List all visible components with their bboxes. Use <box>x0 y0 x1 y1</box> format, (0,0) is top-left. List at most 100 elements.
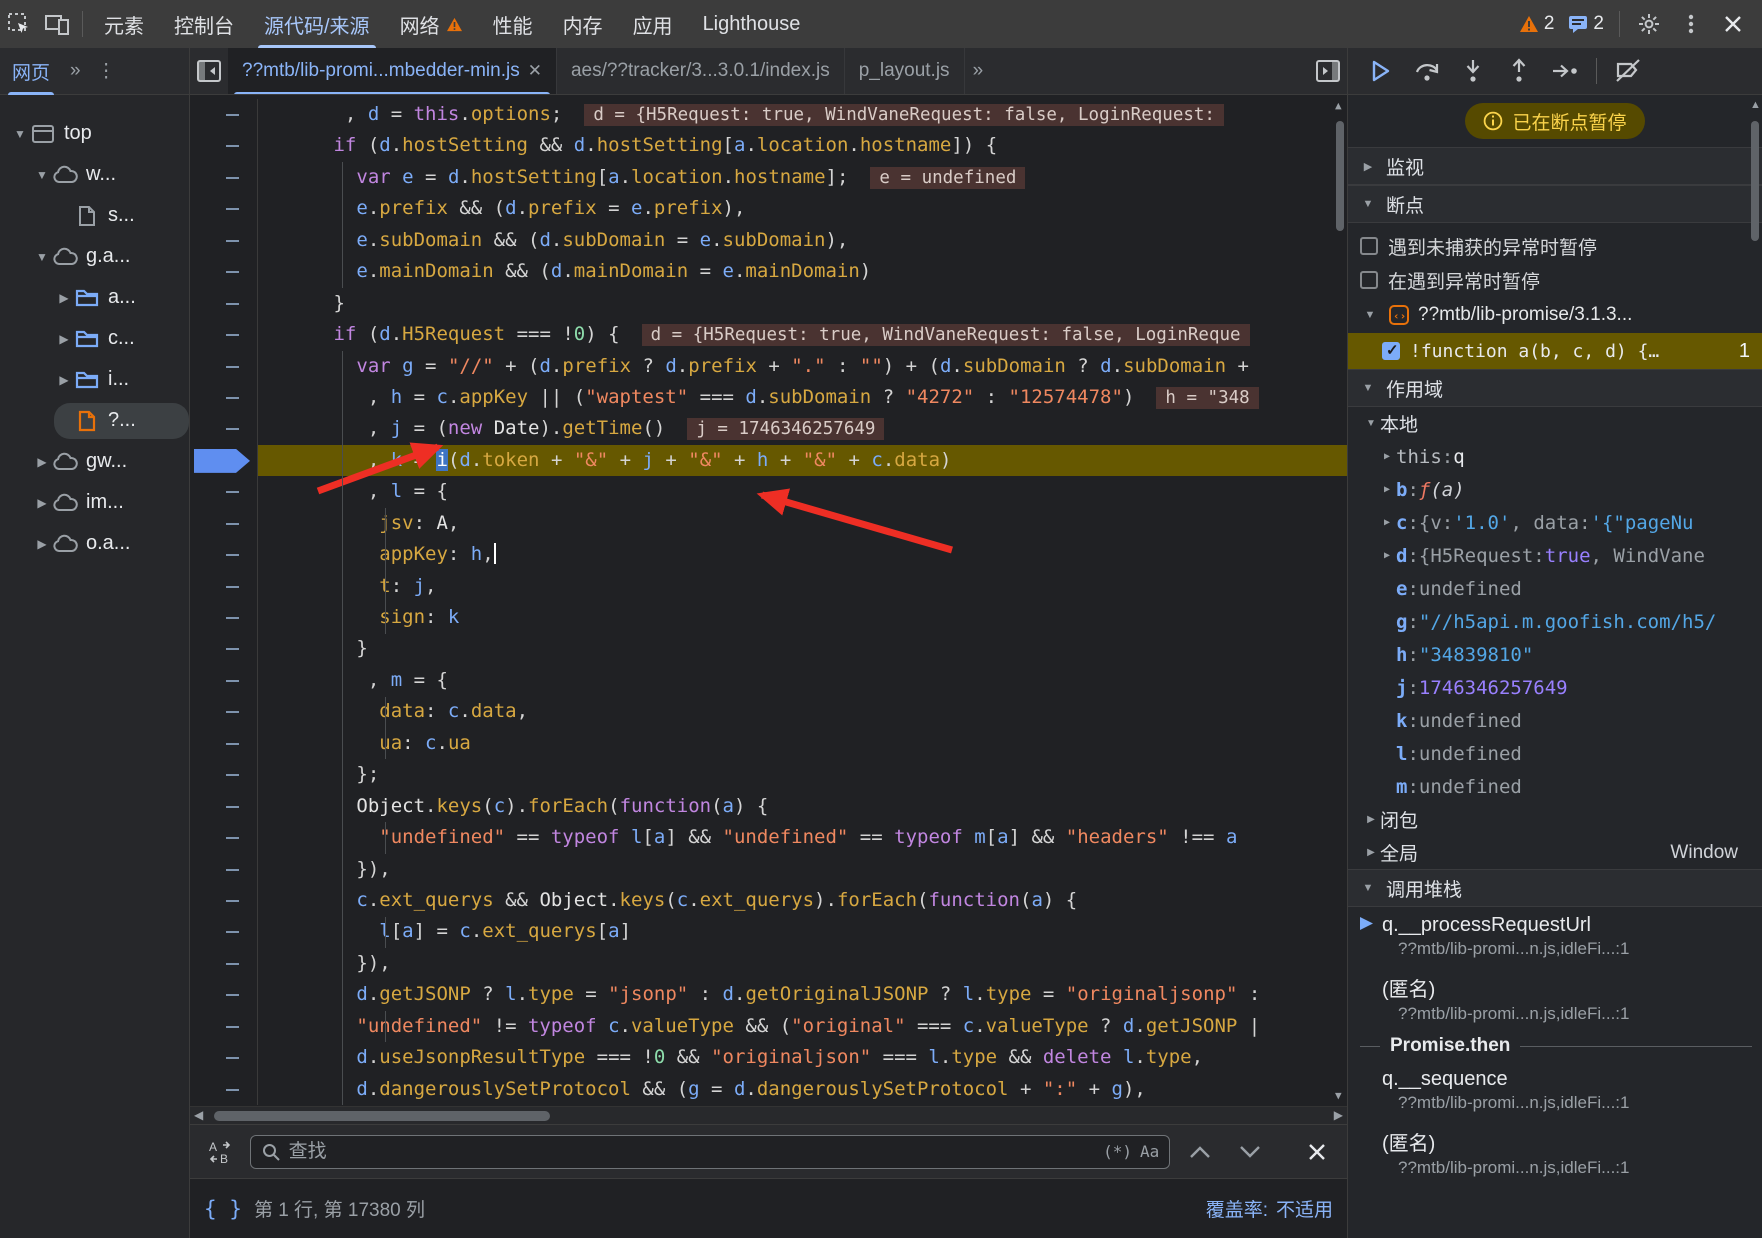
code-line-content[interactable]: , l = { <box>258 476 1347 507</box>
breakpoint-gutter[interactable] <box>190 602 258 633</box>
find-previous-icon[interactable] <box>1180 1134 1220 1170</box>
breakpoint-gutter[interactable] <box>190 508 258 539</box>
breakpoint-gutter[interactable] <box>190 948 258 979</box>
step-button[interactable] <box>1544 52 1586 90</box>
step-over-button[interactable] <box>1406 52 1448 90</box>
tab-lighthouse[interactable]: Lighthouse <box>688 0 816 48</box>
stack-frame-0[interactable]: q.__processRequestUrl??mtb/lib-promi...n… <box>1348 907 1762 966</box>
scope-entry-d[interactable]: ▶d: {H5Request: true, WindVane <box>1348 539 1762 572</box>
checkbox-unchecked[interactable] <box>1360 237 1378 255</box>
expander-closed-icon[interactable]: ▶ <box>1378 517 1396 528</box>
pause-on-caught-row[interactable]: 在遇到异常时暂停 <box>1348 263 1762 297</box>
breakpoint-gutter[interactable] <box>190 822 258 853</box>
breakpoint-gutter[interactable] <box>190 99 258 130</box>
code-editor[interactable]: , d = this.options;d = {H5Request: true,… <box>190 95 1347 1106</box>
issues-badge[interactable]: 2 <box>1563 13 1609 35</box>
code-line-content[interactable]: "undefined" == typeof l[a] && "undefined… <box>258 822 1347 853</box>
expander-closed-icon[interactable]: ▶ <box>54 291 74 305</box>
tab-elements[interactable]: 元素 <box>89 0 159 48</box>
expander-open-icon[interactable]: ▼ <box>32 250 52 264</box>
tab-performance[interactable]: 性能 <box>478 0 548 48</box>
scope-entry-h[interactable]: h: "34839810" <box>1348 638 1762 671</box>
code-line-content[interactable]: sign: k <box>258 602 1347 633</box>
expander-closed-icon[interactable]: ▶ <box>54 332 74 346</box>
code-line-content[interactable]: "undefined" != typeof c.valueType && ("o… <box>258 1011 1347 1042</box>
close-devtools-icon[interactable] <box>1714 5 1752 43</box>
scope-entry-g[interactable]: g: "//h5api.m.goofish.com/h5/ <box>1348 605 1762 638</box>
error-badge[interactable]: 2 <box>1514 13 1560 35</box>
editor-vertical-scrollbar[interactable]: ▲ ▼ <box>1333 95 1347 1106</box>
scrollbar-thumb[interactable] <box>214 1111 550 1121</box>
breakpoint-gutter[interactable] <box>190 791 258 822</box>
close-find-bar-icon[interactable] <box>1297 1134 1337 1170</box>
tab-memory[interactable]: 内存 <box>548 0 618 48</box>
replace-toggle-icon[interactable]: AB <box>200 1134 240 1170</box>
tree-item-oa[interactable]: ▶o.a... <box>0 523 189 564</box>
scope-entry-c[interactable]: ▶c: {v: '1.0', data: '{"pageNu <box>1348 506 1762 539</box>
scroll-up-icon[interactable]: ▲ <box>1750 99 1761 111</box>
code-line-content[interactable]: Object.keys(c).forEach(function(a) { <box>258 791 1347 822</box>
code-line-content[interactable]: c.ext_querys && Object.keys(c.ext_querys… <box>258 885 1347 916</box>
expander-closed-icon[interactable]: ▶ <box>1378 550 1396 561</box>
editor-horizontal-scrollbar[interactable]: ◀ ▶ <box>190 1106 1347 1124</box>
breakpoint-file-group[interactable]: ▼ ‹› ??mtb/lib-promise/3.1.3... <box>1348 297 1762 333</box>
tree-item-c[interactable]: ▶c... <box>0 318 189 359</box>
breakpoint-gutter[interactable] <box>190 665 258 696</box>
more-options-icon[interactable] <box>1672 5 1710 43</box>
find-next-icon[interactable] <box>1230 1134 1270 1170</box>
scope-entry-l[interactable]: l: undefined <box>1348 737 1762 770</box>
scope-entry-m[interactable]: m: undefined <box>1348 770 1762 803</box>
breakpoint-gutter[interactable] <box>190 288 258 319</box>
code-line-content[interactable]: } <box>258 633 1347 664</box>
scope-local-group[interactable]: ▼ 本地 <box>1348 407 1762 440</box>
tree-item-w[interactable]: ▼w... <box>0 154 189 195</box>
file-tab-embedder[interactable]: ??mtb/lib-promi...mbedder-min.js✕ <box>228 48 557 94</box>
code-line-content[interactable]: , j = (new Date).getTime()j = 1746346257… <box>258 413 1347 444</box>
navigator-more-tabs-icon[interactable]: » <box>62 60 89 82</box>
section-watch[interactable]: ▶ 监视 <box>1348 147 1762 185</box>
checkbox-unchecked[interactable] <box>1360 271 1378 289</box>
expander-open-icon[interactable]: ▼ <box>10 127 30 141</box>
breakpoint-gutter[interactable] <box>190 351 258 382</box>
step-into-button[interactable] <box>1452 52 1494 90</box>
section-breakpoints[interactable]: ▼ 断点 <box>1348 185 1762 223</box>
resume-button[interactable] <box>1360 52 1402 90</box>
code-line-content[interactable]: var g = "//" + (d.prefix ? d.prefix + ".… <box>258 351 1347 382</box>
code-line-content[interactable]: , k = i(d.token + "&" + j + "&" + h + "&… <box>258 445 1347 476</box>
breakpoint-gutter[interactable] <box>190 854 258 885</box>
checkbox-checked[interactable] <box>1382 342 1400 360</box>
scope-entry-this[interactable]: ▶this: q <box>1348 440 1762 473</box>
code-line-content[interactable]: } <box>258 288 1347 319</box>
show-debugger-sidebar-icon[interactable] <box>1309 52 1347 90</box>
tree-item-a[interactable]: ▶a... <box>0 277 189 318</box>
regex-toggle[interactable]: (*) <box>1103 1142 1132 1161</box>
code-line-content[interactable]: , h = c.appKey || ("waptest" === d.subDo… <box>258 382 1347 413</box>
breakpoint-gutter[interactable] <box>190 885 258 916</box>
code-line-content[interactable]: appKey: h, <box>258 539 1347 570</box>
pause-on-uncaught-row[interactable]: 遇到未捕获的异常时暂停 <box>1348 229 1762 263</box>
code-line-content[interactable]: if (d.H5Request === !0) {d = {H5Request:… <box>258 319 1347 350</box>
breakpoint-gutter[interactable] <box>190 256 258 287</box>
code-line-content[interactable]: data: c.data, <box>258 696 1347 727</box>
section-call-stack[interactable]: ▼ 调用堆栈 <box>1348 869 1762 907</box>
match-case-toggle[interactable]: Aa <box>1140 1142 1159 1161</box>
navigator-menu-icon[interactable]: ⋮ <box>89 60 124 83</box>
code-line-content[interactable]: d.getJSONP ? l.type = "jsonp" : d.getOri… <box>258 979 1347 1010</box>
stack-frame-3[interactable]: q.__sequence??mtb/lib-promi...n.js,idleF… <box>1348 1061 1762 1120</box>
tab-sources[interactable]: 源代码/来源 <box>249 0 385 48</box>
tree-item-s[interactable]: s... <box>0 195 189 236</box>
tree-item-i[interactable]: ▶i... <box>0 359 189 400</box>
code-line-content[interactable]: jsv: A, <box>258 508 1347 539</box>
pretty-print-icon[interactable]: { } <box>204 1197 242 1221</box>
code-line-content[interactable]: if (d.hostSetting && d.hostSetting[a.loc… <box>258 130 1347 161</box>
more-file-tabs-icon[interactable]: » <box>965 60 992 82</box>
navigator-tab-page[interactable]: 网页 <box>0 48 62 95</box>
scroll-down-icon[interactable]: ▼ <box>1335 1089 1342 1102</box>
breakpoint-gutter[interactable] <box>190 162 258 193</box>
scope-closure-group[interactable]: ▶ 闭包 <box>1348 803 1762 836</box>
section-scope[interactable]: ▼ 作用域 <box>1348 369 1762 407</box>
code-line-content[interactable]: e.mainDomain && (d.mainDomain = e.mainDo… <box>258 256 1347 287</box>
scope-entry-j[interactable]: j: 1746346257649 <box>1348 671 1762 704</box>
expander-closed-icon[interactable]: ▶ <box>1378 451 1396 462</box>
code-line-content[interactable]: }), <box>258 948 1347 979</box>
